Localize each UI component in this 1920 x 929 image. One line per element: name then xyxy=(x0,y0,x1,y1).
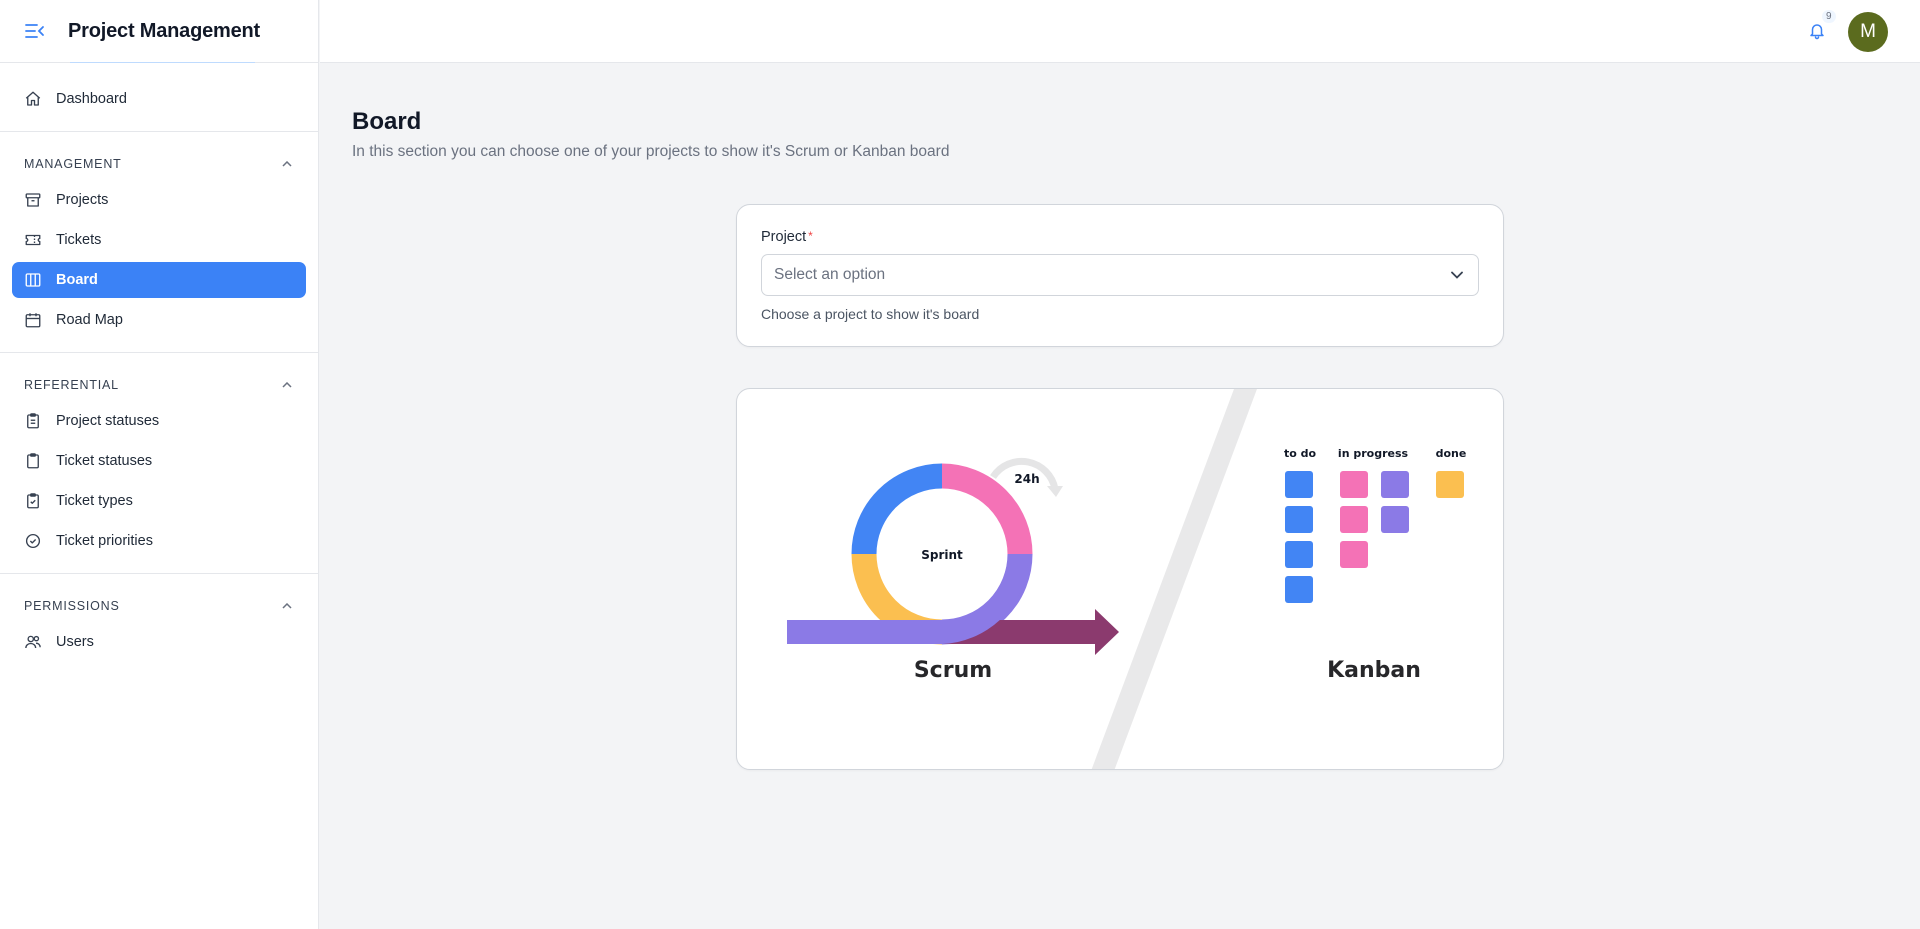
sprint-arrow-tail xyxy=(787,620,947,644)
kanban-card xyxy=(1285,541,1313,568)
ticket-icon xyxy=(24,231,42,249)
page-subtitle: In this section you can choose one of yo… xyxy=(352,143,950,160)
sidebar-item-board[interactable]: Board xyxy=(12,262,306,298)
clipboard-list-icon xyxy=(24,412,42,430)
sidebar-item-road-map[interactable]: Road Map xyxy=(12,302,306,338)
sidebar-item-ticket-statuses[interactable]: Ticket statuses xyxy=(12,443,306,479)
kanban-card xyxy=(1285,576,1313,603)
sprint-label: Sprint xyxy=(921,548,963,562)
select-placeholder: Select an option xyxy=(774,266,886,283)
sidebar-item-label: Ticket priorities xyxy=(56,533,153,549)
kanban-card xyxy=(1381,506,1409,533)
sidebar-item-label: Ticket types xyxy=(56,493,133,509)
group-referential-header[interactable]: REFERENTIAL xyxy=(12,367,306,403)
topbar xyxy=(320,0,1920,63)
kanban-card xyxy=(1285,506,1313,533)
kanban-column-done: done xyxy=(1436,447,1467,460)
clipboard-check-icon xyxy=(24,492,42,510)
group-title: REFERENTIAL xyxy=(24,378,119,392)
sidebar-item-label: Project statuses xyxy=(56,413,160,429)
home-icon xyxy=(24,90,42,108)
kanban-label: Kanban xyxy=(1327,658,1421,683)
sidebar-item-ticket-types[interactable]: Ticket types xyxy=(12,483,306,519)
bell-icon[interactable] xyxy=(1806,20,1828,42)
cycle-arrow-head xyxy=(1047,486,1063,497)
app-title: Project Management xyxy=(68,19,261,42)
diagonal-divider xyxy=(1091,389,1257,769)
columns-icon xyxy=(24,271,42,289)
kanban-column-todo: to do xyxy=(1284,447,1317,460)
sidebar-item-label: Ticket statuses xyxy=(56,453,153,469)
chevron-up-icon[interactable] xyxy=(280,599,294,613)
kanban-card xyxy=(1285,471,1313,498)
divider xyxy=(0,352,318,353)
divider xyxy=(0,131,318,132)
chevron-up-icon[interactable] xyxy=(280,378,294,392)
project-helper-text: Choose a project to show it's board xyxy=(761,306,980,322)
project-select[interactable]: Select an option xyxy=(761,254,1479,296)
sidebar-item-label: Projects xyxy=(56,192,109,208)
sidebar-header: Project Management xyxy=(0,0,318,63)
project-select-card: Project * Select an option Choose a proje… xyxy=(736,204,1504,347)
sidebar-item-label: Dashboard xyxy=(56,91,127,107)
cycle-label: 24h xyxy=(1014,472,1039,486)
sidebar-item-label: Tickets xyxy=(56,232,102,248)
calendar-icon xyxy=(24,311,42,329)
chevron-down-icon xyxy=(1450,268,1464,282)
sidebar-item-label: Board xyxy=(56,272,98,288)
clipboard-icon xyxy=(24,452,42,470)
illustration-svg: Sprint 24h Scrum to do in progress done xyxy=(787,389,1467,769)
kanban-card xyxy=(1381,471,1409,498)
group-title: MANAGEMENT xyxy=(24,157,122,171)
kanban-card xyxy=(1340,541,1368,568)
divider xyxy=(0,573,318,574)
notification-count-badge: 9 xyxy=(1822,10,1836,23)
sidebar-item-label: Road Map xyxy=(56,312,123,328)
scrum-label: Scrum xyxy=(914,658,992,683)
group-permissions-header[interactable]: PERMISSIONS xyxy=(12,588,306,624)
project-field-label: Project * xyxy=(761,229,813,245)
scrum-kanban-illustration: Sprint 24h Scrum to do in progress done xyxy=(736,388,1504,770)
sprint-arrow-head xyxy=(1095,609,1119,655)
required-mark: * xyxy=(808,229,813,243)
sidebar-item-dashboard[interactable]: Dashboard xyxy=(12,81,306,117)
archive-icon xyxy=(24,191,42,209)
page-title: Board xyxy=(352,108,422,135)
ring-segment-pink xyxy=(941,463,1033,555)
users-icon xyxy=(24,633,42,651)
sidebar-item-label: Users xyxy=(56,634,94,650)
kanban-column-in-progress: in progress xyxy=(1338,447,1409,460)
kanban-card xyxy=(1436,471,1464,498)
kanban-in-progress-cards xyxy=(1340,471,1409,568)
kanban-card xyxy=(1340,471,1368,498)
sidebar-item-projects[interactable]: Projects xyxy=(12,182,306,218)
badge-check-icon xyxy=(24,532,42,550)
group-management-header[interactable]: MANAGEMENT xyxy=(12,146,306,182)
project-label-text: Project xyxy=(761,229,807,245)
ring-segment-blue xyxy=(851,463,943,555)
sidebar-item-users[interactable]: Users xyxy=(12,624,306,660)
sidebar-item-ticket-priorities[interactable]: Ticket priorities xyxy=(12,523,306,559)
sidebar-nav: Dashboard MANAGEMENT Projects Tickets Bo… xyxy=(0,63,318,660)
kanban-done-cards xyxy=(1436,471,1464,498)
chevron-up-icon[interactable] xyxy=(280,157,294,171)
main-content: Board In this section you can choose one… xyxy=(320,63,1920,929)
kanban-card xyxy=(1340,506,1368,533)
group-title: PERMISSIONS xyxy=(24,599,120,613)
sidebar-item-tickets[interactable]: Tickets xyxy=(12,222,306,258)
sidebar-item-project-statuses[interactable]: Project statuses xyxy=(12,403,306,439)
sidebar: Project Management Dashboard MANAGEMENT … xyxy=(0,0,319,929)
avatar[interactable]: M xyxy=(1848,12,1888,52)
kanban-todo-cards xyxy=(1285,471,1313,603)
collapse-sidebar-icon[interactable] xyxy=(24,20,46,42)
